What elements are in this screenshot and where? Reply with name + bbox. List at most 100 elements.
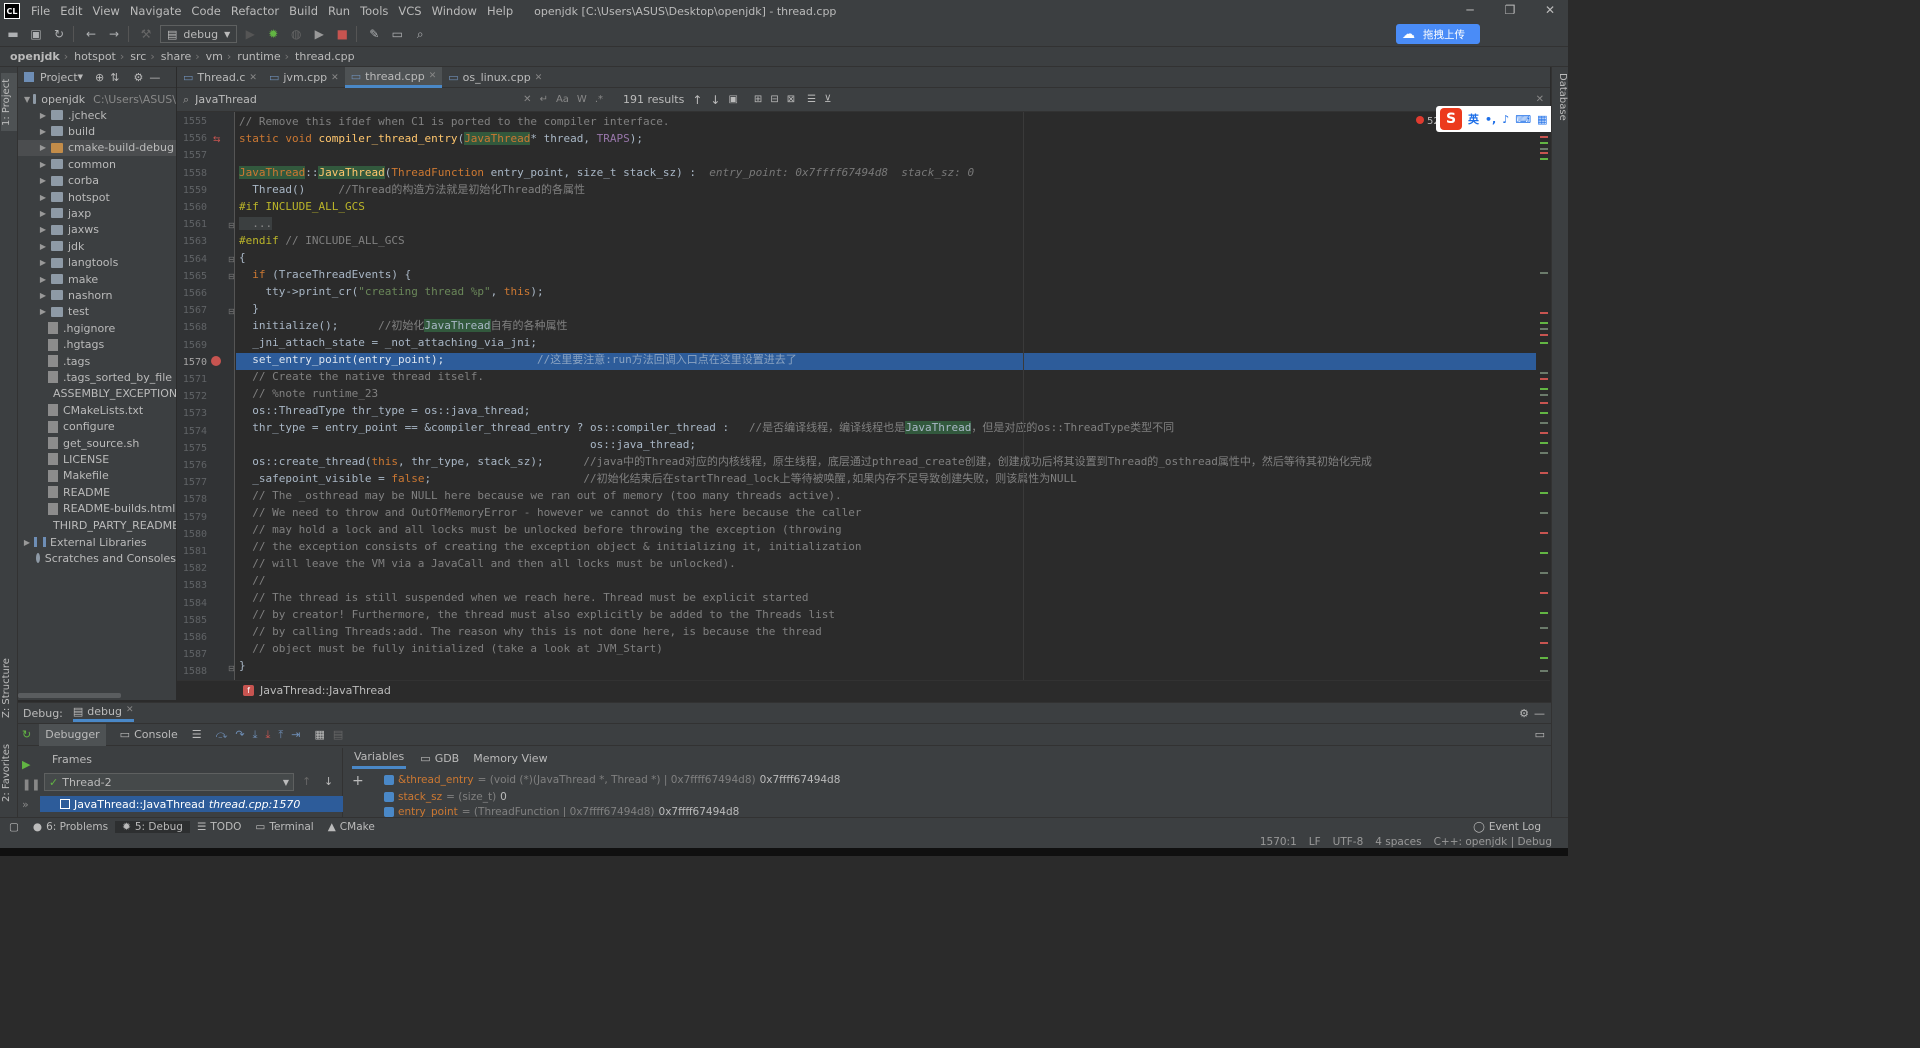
- error-stripe-mark[interactable]: [1540, 657, 1548, 659]
- error-stripe-mark[interactable]: [1540, 152, 1548, 154]
- chevron-right-icon[interactable]: ▶: [38, 291, 48, 300]
- horizontal-scrollbar[interactable]: [18, 693, 121, 698]
- error-stripe-mark[interactable]: [1540, 422, 1548, 424]
- thread-select[interactable]: ✓ Thread-2 ▼: [44, 773, 294, 791]
- indent-setting[interactable]: 4 spaces: [1375, 836, 1421, 848]
- tab-thread-cpp[interactable]: ▭ thread.cpp ✕: [344, 67, 443, 88]
- forward-icon[interactable]: →: [104, 25, 124, 43]
- error-stripe-mark[interactable]: [1540, 402, 1548, 404]
- stop-icon[interactable]: ■: [332, 25, 352, 43]
- tool-tab-debug[interactable]: ✹ 5: Debug: [115, 820, 190, 833]
- hide-panel-icon[interactable]: —: [149, 71, 160, 84]
- chevron-right-icon[interactable]: ▶: [38, 275, 48, 284]
- keyboard-icon[interactable]: ⌨: [1515, 113, 1531, 126]
- tab-variables[interactable]: Variables: [352, 747, 407, 769]
- menu-vcs[interactable]: VCS: [393, 4, 426, 18]
- up-frame-icon[interactable]: ↑: [302, 775, 311, 788]
- add-selection-icon[interactable]: ⊞: [754, 94, 762, 105]
- tree-item[interactable]: .hgtags: [18, 337, 176, 353]
- tab-gdb[interactable]: ▭ GDB: [420, 752, 459, 765]
- ime-toolbar[interactable]: S 英 •, ♪ ⌨ ▦: [1436, 106, 1562, 132]
- close-tab-icon[interactable]: ✕: [249, 73, 257, 83]
- rerun-icon[interactable]: ↻: [22, 728, 31, 741]
- chevron-right-icon[interactable]: ▶: [38, 258, 48, 267]
- chevron-down-icon[interactable]: ▼: [24, 95, 30, 104]
- chevron-right-icon[interactable]: ▶: [38, 193, 48, 202]
- editor-gutter[interactable]: ⇆ ⊟ ⊟ ⊟ ⊟ ⊟ 1555 1556 1557 1558 1559 1560 1561…: [177, 112, 235, 680]
- tree-item[interactable]: ▶ jdk: [18, 238, 176, 254]
- menu-view[interactable]: View: [88, 4, 125, 18]
- pause-icon[interactable]: ❚❚: [22, 778, 40, 791]
- tree-item[interactable]: ▶ jaxws: [18, 222, 176, 238]
- cloud-upload-button[interactable]: ☁ 拖拽上传: [1396, 24, 1480, 44]
- error-stripe-mark[interactable]: [1540, 394, 1548, 396]
- show-execution-point-icon[interactable]: ⤼: [216, 728, 228, 742]
- fold-marker-icon[interactable]: ⊟: [228, 272, 235, 281]
- code-editor[interactable]: // Remove this ifdef when C1 is ported t…: [236, 112, 1536, 680]
- tree-item[interactable]: ▶ langtools: [18, 255, 176, 271]
- minimize-icon[interactable]: ─: [1462, 3, 1478, 19]
- tree-item[interactable]: get_source.sh: [18, 435, 176, 451]
- run-to-cursor-icon[interactable]: ⇥: [291, 728, 300, 741]
- force-step-into-icon[interactable]: ⤓: [265, 728, 270, 742]
- variable-row[interactable]: stack_sz = (size_t) 0: [384, 789, 507, 805]
- error-stripe-mark[interactable]: [1540, 432, 1548, 434]
- select-all-occurrences-icon[interactable]: ▣: [728, 94, 737, 105]
- more-icon[interactable]: »: [22, 798, 29, 811]
- breakpoint-icon[interactable]: [211, 356, 221, 366]
- menu-code[interactable]: Code: [186, 4, 225, 18]
- tree-item[interactable]: ▶ hotspot: [18, 189, 176, 205]
- error-stripe-mark[interactable]: [1540, 412, 1548, 414]
- whole-words-toggle[interactable]: W: [577, 94, 587, 105]
- error-stripe-mark[interactable]: [1540, 642, 1548, 644]
- file-encoding[interactable]: UTF-8: [1333, 836, 1364, 848]
- tool-tab-database[interactable]: Database: [1554, 73, 1568, 121]
- step-over-icon[interactable]: ↷: [235, 728, 244, 741]
- tree-item[interactable]: ▶ common: [18, 156, 176, 172]
- layout-menu-icon[interactable]: ☰: [192, 728, 202, 741]
- chevron-right-icon[interactable]: ▶: [38, 176, 48, 185]
- error-stripe-mark[interactable]: [1540, 328, 1548, 330]
- tree-item[interactable]: THIRD_PARTY_README: [18, 517, 176, 533]
- error-stripe-mark[interactable]: [1540, 627, 1548, 629]
- grid-menu-icon[interactable]: ▦: [1537, 113, 1547, 126]
- profile-icon[interactable]: ▶: [309, 25, 329, 43]
- chevron-right-icon[interactable]: ▶: [38, 143, 48, 152]
- tree-item[interactable]: ▶ cmake-build-debug: [18, 139, 176, 156]
- tree-item[interactable]: .hgignore: [18, 320, 176, 336]
- error-stripe-mark[interactable]: [1540, 472, 1548, 474]
- chevron-right-icon[interactable]: ▶: [38, 127, 48, 136]
- error-stripe-mark[interactable]: [1540, 670, 1548, 672]
- tab-memory-view[interactable]: Memory View: [473, 752, 547, 765]
- new-line-icon[interactable]: ↵: [540, 94, 548, 105]
- tab-jvm-cpp[interactable]: ▭ jvm.cpp ✕: [263, 67, 345, 88]
- remove-selection-icon[interactable]: ⊟: [770, 94, 778, 105]
- chevron-right-icon[interactable]: ▶: [38, 160, 48, 169]
- chevron-right-icon[interactable]: ▶: [38, 225, 48, 234]
- close-tab-icon[interactable]: ✕: [126, 705, 134, 718]
- tool-tab-project[interactable]: 1: Project: [1, 73, 17, 131]
- previous-occurrence-icon[interactable]: ↑: [692, 93, 702, 107]
- tab-thread-c[interactable]: ▭ Thread.c ✕: [177, 67, 263, 88]
- project-structure-icon[interactable]: ▭: [387, 25, 407, 43]
- open-folder-icon[interactable]: ▬: [3, 25, 23, 43]
- debug-session-tab[interactable]: ▤ debug ✕: [72, 705, 134, 722]
- error-stripe-mark[interactable]: [1540, 552, 1548, 554]
- breadcrumb-file[interactable]: thread.cpp: [295, 50, 355, 63]
- ime-language[interactable]: 英: [1468, 111, 1479, 127]
- breadcrumb-vm[interactable]: vm: [206, 50, 223, 63]
- tree-scratches[interactable]: Scratches and Consoles: [18, 550, 176, 566]
- evaluate-expression-icon[interactable]: ▦: [314, 728, 324, 741]
- error-stripe-mark[interactable]: [1540, 334, 1548, 336]
- line-separator[interactable]: LF: [1309, 836, 1321, 848]
- tree-item[interactable]: ▶ .jcheck: [18, 107, 176, 123]
- run-icon[interactable]: ▶: [240, 25, 260, 43]
- add-watch-icon[interactable]: +: [352, 773, 364, 789]
- breadcrumb-openjdk[interactable]: openjdk: [10, 50, 60, 63]
- tool-tab-terminal[interactable]: ▭ Terminal: [248, 821, 320, 833]
- tab-debugger[interactable]: Debugger: [39, 723, 106, 746]
- chevron-down-icon[interactable]: ▼: [78, 73, 83, 81]
- error-stripe-mark[interactable]: [1540, 612, 1548, 614]
- fold-marker-icon[interactable]: ⊟: [228, 307, 235, 316]
- resolve-context[interactable]: C++: openjdk | Debug: [1434, 836, 1552, 848]
